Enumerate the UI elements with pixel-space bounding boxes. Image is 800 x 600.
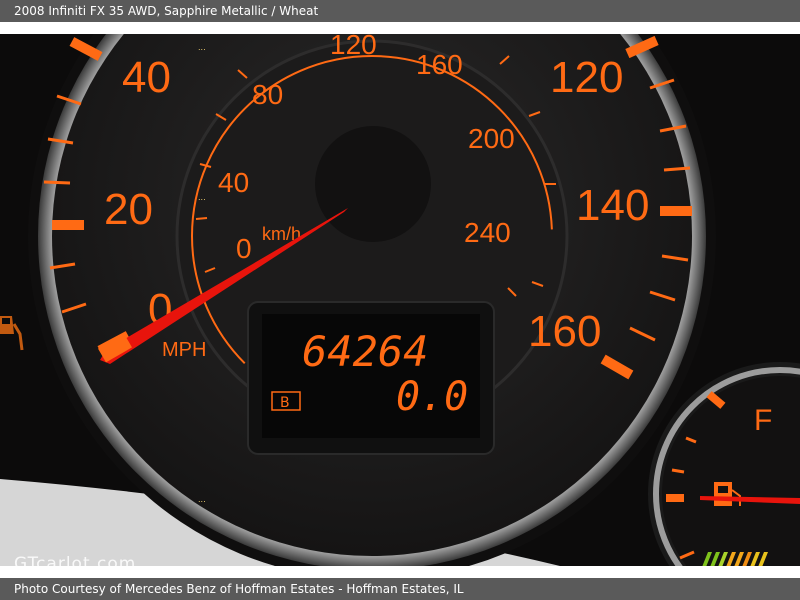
photo-credit: Photo Courtesy of Mercedes Benz of Hoffm… (14, 582, 464, 596)
dashboard-photo: 40 20 0 120 140 160 0 40 80 120 160 200 … (0, 34, 800, 566)
fuel-warning-icon (0, 316, 24, 351)
kmh-label-80: 80 (252, 79, 283, 110)
mph-label-20: 20 (104, 185, 153, 234)
caption-bar: 2008 Infiniti FX 35 AWD, Sapphire Metall… (0, 0, 800, 22)
kmh-label-40: 40 (218, 167, 249, 198)
mph-label-140: 140 (576, 181, 649, 230)
odometer-display: 64264 0.0 B (247, 301, 495, 455)
photo-caption: 2008 Infiniti FX 35 AWD, Sapphire Metall… (14, 4, 319, 18)
speedometer (28, 34, 716, 566)
kmh-label-160: 160 (416, 49, 463, 80)
mph-label-40: 40 (122, 53, 171, 102)
svg-text:...: ... (198, 495, 206, 504)
fuel-full-label: F (754, 404, 772, 437)
instrument-cluster: 40 20 0 120 140 160 0 40 80 120 160 200 … (0, 34, 800, 566)
odometer-reading: 64264 (302, 327, 428, 376)
kmh-label-240: 240 (464, 217, 511, 248)
svg-text:...: ... (198, 193, 206, 202)
gtcarlot-watermark: GTcarlot.com (14, 554, 137, 574)
mph-label-120: 120 (550, 53, 623, 102)
credit-bar: Photo Courtesy of Mercedes Benz of Hoffm… (0, 578, 800, 600)
kmh-label-0: 0 (236, 233, 252, 264)
svg-text:...: ... (198, 43, 206, 52)
kmh-label-120: 120 (330, 34, 377, 60)
mph-unit-label: MPH (162, 339, 206, 361)
kmh-label-200: 200 (468, 123, 515, 154)
needle-hub (315, 126, 431, 242)
trip-reading: 0.0 (396, 374, 468, 420)
trip-indicator-label: B (280, 395, 290, 411)
mph-label-160: 160 (528, 307, 601, 356)
